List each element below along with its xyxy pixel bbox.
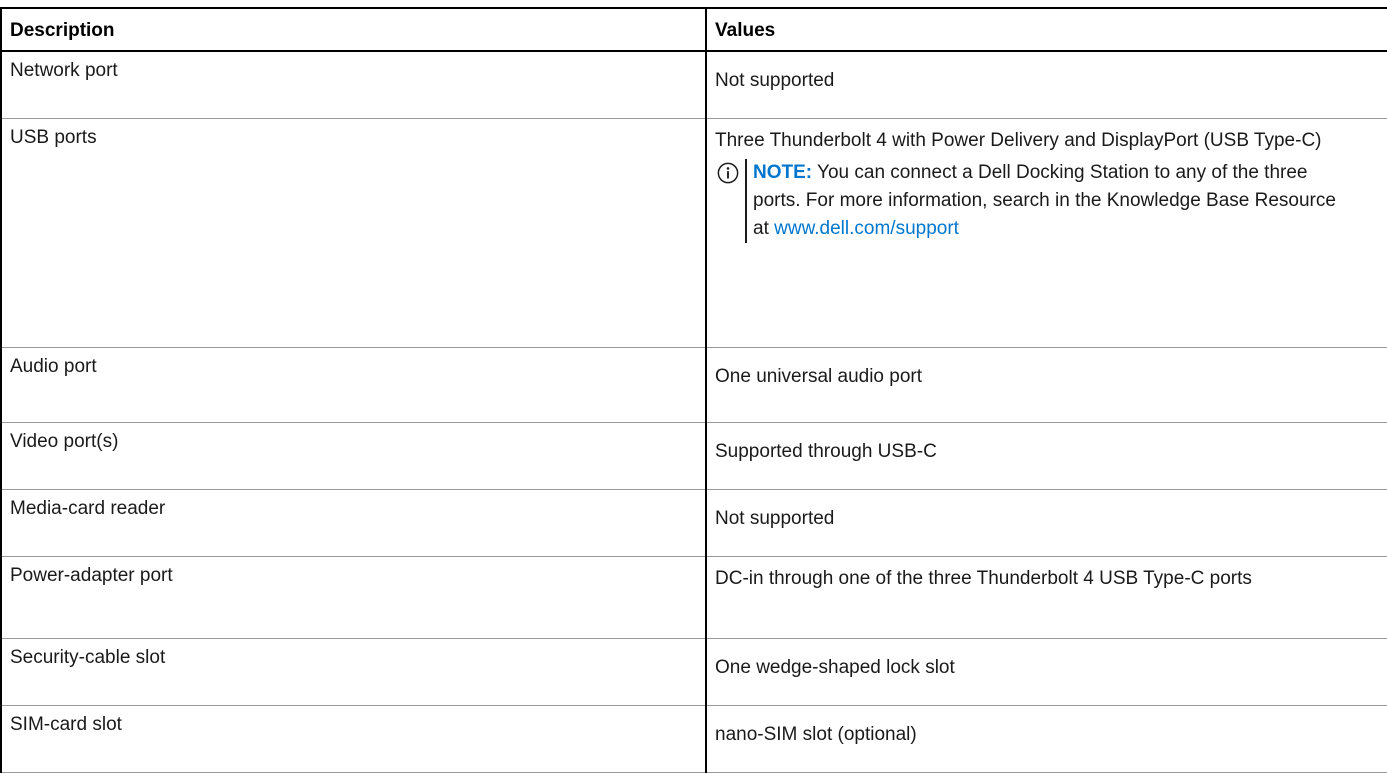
row-value: One universal audio port <box>705 347 1387 423</box>
table-row: Media-card reader Not supported <box>0 489 1387 557</box>
info-icon <box>717 162 739 184</box>
table-row: Audio port One universal audio port <box>0 347 1387 423</box>
row-description: SIM-card slot <box>0 705 706 773</box>
row-description: Audio port <box>0 347 706 423</box>
row-description: Network port <box>0 51 706 119</box>
note-block: NOTE: You can connect a Dell Docking Sta… <box>715 159 1379 243</box>
row-description: Security-cable slot <box>0 638 706 706</box>
row-description: Video port(s) <box>0 422 706 490</box>
table-row: Power-adapter port DC-in through one of … <box>0 556 1387 639</box>
row-value: nano-SIM slot (optional) <box>705 705 1387 773</box>
table-row: Network port Not supported <box>0 51 1387 119</box>
note-body: NOTE: You can connect a Dell Docking Sta… <box>745 159 1343 243</box>
row-description: Media-card reader <box>0 489 706 557</box>
table-row: SIM-card slot nano-SIM slot (optional) <box>0 705 1387 773</box>
row-description: USB ports <box>0 118 706 348</box>
header-values: Values <box>705 7 1387 52</box>
row-value: DC-in through one of the three Thunderbo… <box>705 556 1387 639</box>
row-value: Not supported <box>705 489 1387 557</box>
row-description: Power-adapter port <box>0 556 706 639</box>
row-value: Three Thunderbolt 4 with Power Delivery … <box>715 130 1322 151</box>
table-row: USB ports Three Thunderbolt 4 with Power… <box>0 118 1387 348</box>
table-header-row: Description Values <box>0 7 1387 52</box>
support-link[interactable]: www.dell.com/support <box>774 218 959 239</box>
header-description: Description <box>0 7 706 52</box>
row-value: Supported through USB-C <box>705 422 1387 490</box>
table-row: Security-cable slot One wedge-shaped loc… <box>0 638 1387 706</box>
row-value: One wedge-shaped lock slot <box>705 638 1387 706</box>
table-row: Video port(s) Supported through USB-C <box>0 422 1387 490</box>
ports-spec-table: Description Values Network port Not supp… <box>0 7 1387 773</box>
row-value: Not supported <box>705 51 1387 119</box>
note-label: NOTE: <box>753 162 813 183</box>
row-value-cell: Three Thunderbolt 4 with Power Delivery … <box>705 118 1387 348</box>
